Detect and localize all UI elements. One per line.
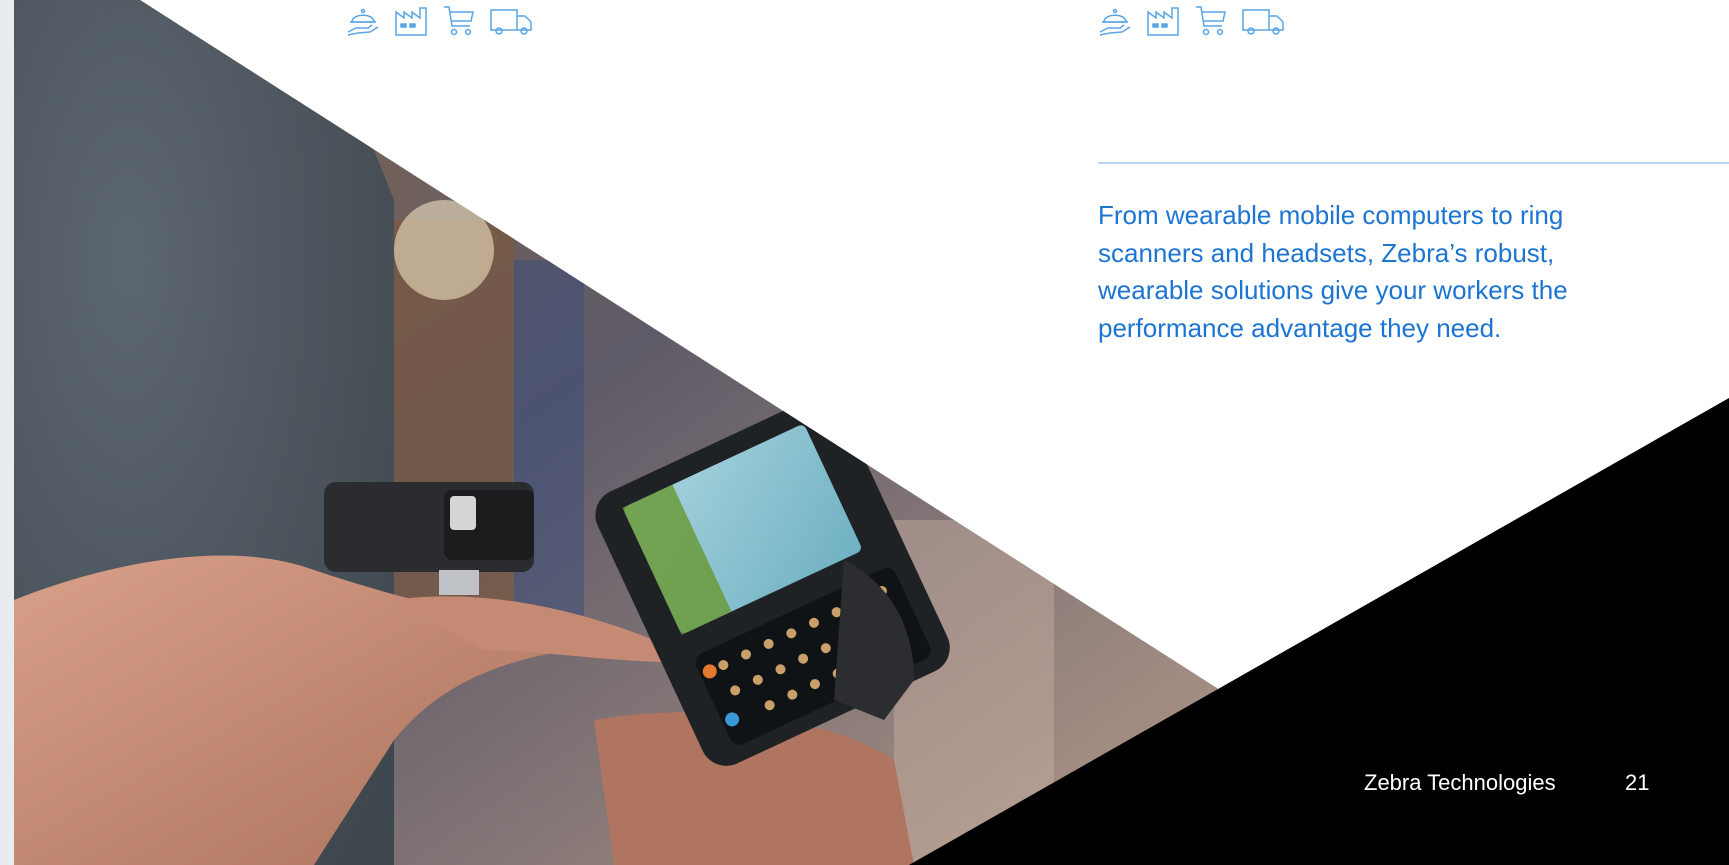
industry-icon-row-left <box>344 2 534 38</box>
brochure-page: From wearable mobile computers to ring s… <box>0 0 1729 865</box>
delivery-truck-icon <box>1242 9 1284 35</box>
shopping-cart-icon <box>1196 6 1226 36</box>
industry-icon-row-right <box>1096 2 1286 38</box>
footer-wedge <box>909 398 1729 865</box>
food-service-icon <box>1099 8 1131 36</box>
footer-company-name: Zebra Technologies <box>1364 770 1556 795</box>
food-service-icon <box>347 8 379 36</box>
page-number: 21 <box>1625 770 1650 795</box>
intro-paragraph: From wearable mobile computers to ring s… <box>1098 200 1568 343</box>
factory-icon <box>1147 7 1179 36</box>
shopping-cart-icon <box>444 6 474 36</box>
delivery-truck-icon <box>490 9 532 35</box>
section-divider <box>1098 162 1729 164</box>
factory-icon <box>395 7 427 36</box>
